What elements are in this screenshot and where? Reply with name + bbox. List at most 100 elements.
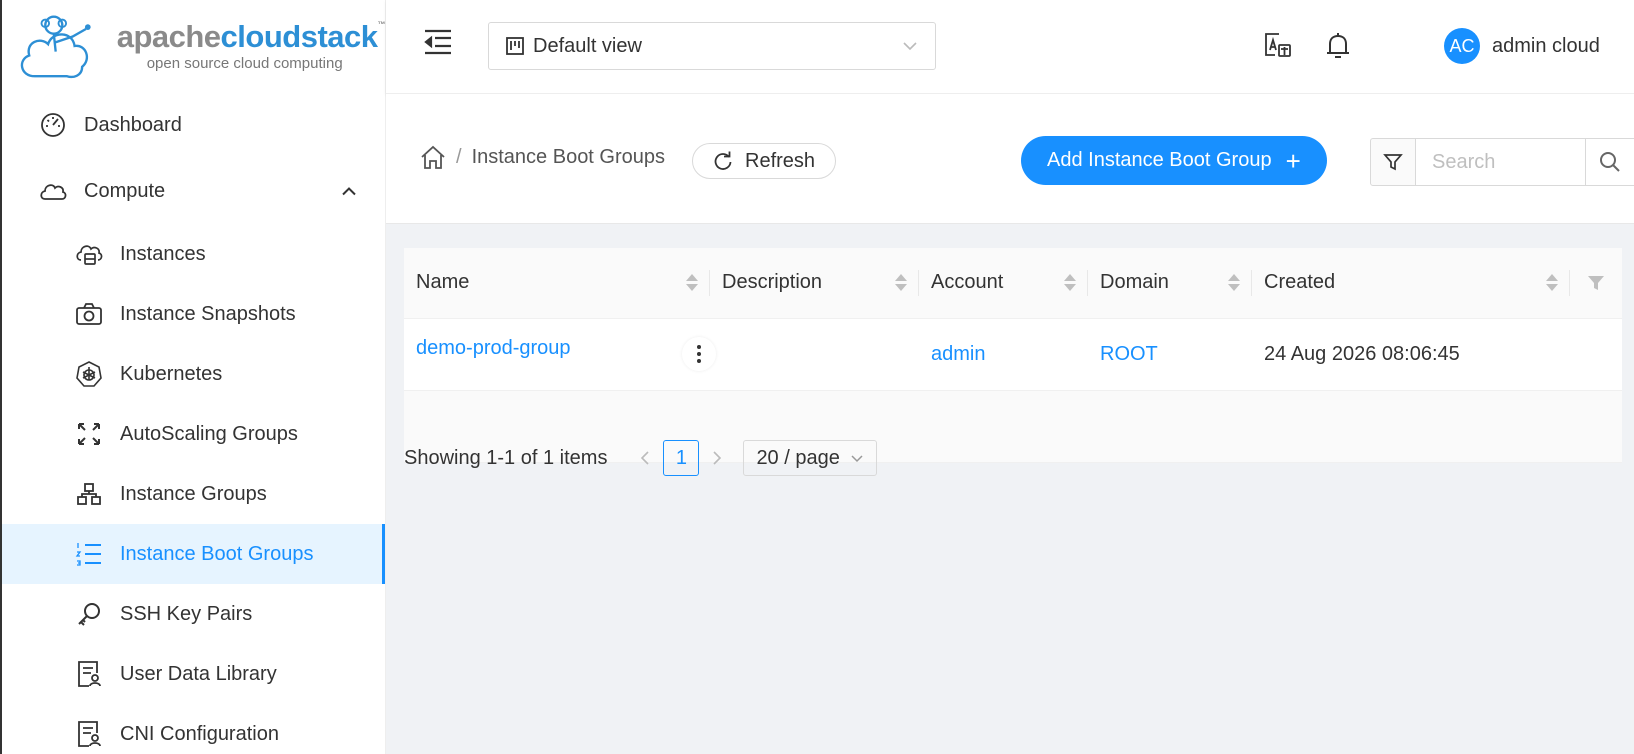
chevron-right-icon[interactable] [701, 440, 733, 476]
sidebar-item-label: Instance Groups [120, 482, 267, 505]
column-header-description[interactable]: Description [710, 248, 919, 319]
breadcrumb: / Instance Boot Groups [420, 144, 665, 170]
sidebar-item-label: User Data Library [120, 662, 277, 685]
cell-name: demo-prod-group [404, 318, 710, 391]
chevron-up-icon [341, 180, 357, 203]
sidebar-item-instance-boot-groups[interactable]: Instance Boot Groups [2, 524, 385, 584]
pagination: Showing 1-1 of 1 items 1 20 / page [404, 440, 877, 476]
search-input[interactable] [1416, 138, 1586, 186]
chevron-down-icon [901, 37, 919, 61]
expand-icon [74, 419, 104, 449]
view-select-value: Default view [533, 34, 642, 57]
sidebar-item-autoscaling-groups[interactable]: AutoScaling Groups [2, 404, 385, 464]
more-vertical-icon[interactable] [682, 337, 716, 371]
filter-icon[interactable] [1370, 138, 1416, 186]
column-header-created[interactable]: Created [1252, 248, 1570, 319]
refresh-label: Refresh [745, 149, 816, 172]
sort-icon[interactable] [1546, 274, 1558, 292]
logo-tagline: open source cloud computing [146, 55, 343, 72]
cloud-icon [38, 176, 68, 206]
chevron-left-icon[interactable] [629, 440, 661, 476]
bell-icon[interactable] [1322, 30, 1354, 62]
project-board-icon [505, 36, 525, 56]
plus-icon: + [1285, 145, 1301, 176]
boot-groups-table: Name Description Account Domain Created … [404, 248, 1622, 463]
page-size-value: 20 / page [756, 446, 840, 469]
reload-icon [713, 151, 733, 171]
sidebar-item-cni-configuration[interactable]: CNI Configuration [2, 704, 385, 754]
column-header-name[interactable]: Name [404, 248, 710, 319]
cluster-icon [74, 479, 104, 509]
translate-icon[interactable] [1262, 30, 1294, 62]
cloudstack-monkey-logo-icon [20, 15, 91, 79]
sidebar-item-label: CNI Configuration [120, 722, 279, 745]
sidebar-item-kubernetes[interactable]: Kubernetes [2, 344, 385, 404]
page-header: / Instance Boot Groups Refresh Add Insta… [386, 94, 1634, 224]
cloud-server-icon [74, 239, 104, 269]
sort-icon[interactable] [1064, 274, 1076, 292]
sidebar-item-label: Compute [84, 179, 166, 202]
sort-icon[interactable] [686, 274, 698, 292]
sidebar: apachecloudstack™ open source cloud comp… [0, 0, 386, 754]
sidebar-item-instance-snapshots[interactable]: Instance Snapshots [2, 284, 385, 344]
name-link[interactable]: demo-prod-group [416, 337, 571, 359]
logo-word-cloudstack: cloudstack [220, 19, 378, 54]
sidebar-item-label: Instance Snapshots [120, 302, 296, 325]
camera-icon [74, 299, 104, 329]
cell-account: admin [919, 318, 1088, 391]
column-label: Account [931, 271, 1004, 294]
user-doc-icon [74, 719, 104, 749]
add-button-label: Add Instance Boot Group [1047, 149, 1272, 171]
sidebar-item-dashboard[interactable]: Dashboard [2, 92, 385, 158]
user-name: admin cloud [1492, 34, 1600, 57]
logo[interactable]: apachecloudstack™ open source cloud comp… [2, 0, 385, 92]
table-header-row: Name Description Account Domain Created [404, 248, 1622, 319]
user-doc-icon [74, 659, 104, 689]
logo-trademark: ™ [377, 20, 386, 29]
sidebar-item-label: Instance Boot Groups [120, 542, 314, 565]
cell-filler [1570, 318, 1622, 391]
avatar: AC [1444, 28, 1480, 64]
cell-domain: ROOT [1088, 318, 1252, 391]
key-icon [74, 599, 104, 629]
sidebar-item-label: Kubernetes [120, 362, 223, 385]
ordered-list-icon [74, 539, 104, 569]
table-row[interactable]: demo-prod-group admin ROOT 24 Aug 2026 0… [404, 318, 1622, 391]
sidebar-item-compute[interactable]: Compute [2, 158, 385, 224]
filter-icon[interactable] [1582, 274, 1610, 292]
cell-description [710, 318, 919, 391]
sort-icon[interactable] [895, 274, 907, 292]
refresh-button[interactable]: Refresh [692, 143, 837, 179]
search-icon[interactable] [1585, 138, 1634, 186]
sort-icon[interactable] [1228, 274, 1240, 292]
column-filter[interactable] [1570, 248, 1622, 319]
sidebar-item-label: Dashboard [84, 113, 182, 136]
sidebar-item-label: AutoScaling Groups [120, 422, 298, 445]
sidebar-item-ssh-key-pairs[interactable]: SSH Key Pairs [2, 584, 385, 644]
sidebar-item-user-data-library[interactable]: User Data Library [2, 644, 385, 704]
column-header-domain[interactable]: Domain [1088, 248, 1252, 319]
home-icon[interactable] [420, 144, 446, 170]
add-instance-boot-group-button[interactable]: Add Instance Boot Group + [1021, 136, 1327, 185]
sidebar-item-instance-groups[interactable]: Instance Groups [2, 464, 385, 524]
sidebar-menu: Dashboard Compute Instances Instance Sna… [2, 92, 385, 754]
column-header-account[interactable]: Account [919, 248, 1088, 319]
account-link[interactable]: admin [931, 343, 985, 365]
cell-created: 24 Aug 2026 08:06:45 [1252, 318, 1570, 391]
pagination-total: Showing 1-1 of 1 items [404, 446, 608, 469]
logo-text: apachecloudstack™ open source cloud comp… [116, 19, 386, 72]
view-select[interactable]: Default view [488, 22, 936, 70]
kubernetes-icon [74, 359, 104, 389]
breadcrumb-separator: / [456, 145, 462, 168]
chevron-down-icon [850, 451, 864, 465]
dashboard-icon [38, 110, 68, 140]
logo-word-apache: apache [116, 19, 221, 54]
user-menu[interactable]: AC admin cloud [1444, 28, 1600, 64]
page-size-select[interactable]: 20 / page [743, 440, 877, 476]
sidebar-item-instances[interactable]: Instances [2, 224, 385, 284]
domain-link[interactable]: ROOT [1100, 343, 1158, 365]
page-button[interactable]: 1 [663, 440, 700, 476]
menu-fold-icon[interactable] [422, 26, 454, 58]
column-label: Created [1264, 271, 1336, 294]
logo-wordmark: apachecloudstack™ [116, 19, 386, 54]
